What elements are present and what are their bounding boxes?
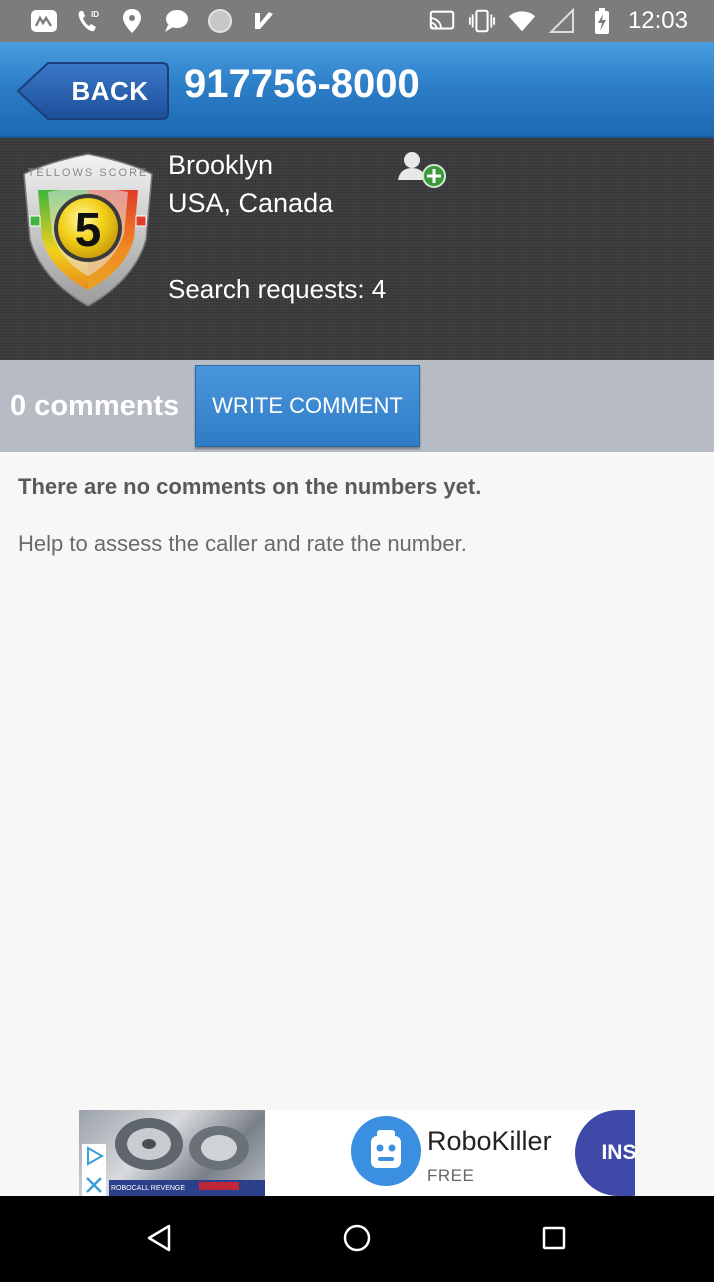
ad-banner[interactable]: ROBOCALL REVENGE RoboKiller FREE INSTALL xyxy=(79,1110,635,1196)
back-button[interactable]: BACK xyxy=(16,60,170,122)
comments-count: 0 comments xyxy=(10,390,180,422)
phone-number-title: 917756-8000 xyxy=(184,62,420,106)
status-bar: ID 12:03 xyxy=(0,0,714,42)
ad-image-caption: ROBOCALL REVENGE xyxy=(111,1185,185,1192)
location-pin-icon xyxy=(118,7,146,35)
robokiller-logo-icon[interactable] xyxy=(351,1116,421,1186)
nav-recents-icon[interactable] xyxy=(532,1216,576,1260)
no-comments-help: Help to assess the caller and rate the n… xyxy=(18,531,467,556)
wifi-icon xyxy=(508,7,536,35)
ad-image[interactable]: ROBOCALL REVENGE xyxy=(79,1110,265,1196)
svg-text:ID: ID xyxy=(91,10,99,19)
add-contact-icon[interactable] xyxy=(398,150,450,192)
blurred-circle-icon xyxy=(206,7,234,35)
location-country: USA, Canada xyxy=(168,188,334,218)
cast-icon xyxy=(428,7,456,35)
ad-app-price: FREE xyxy=(427,1166,475,1185)
search-requests: Search requests: 4 xyxy=(168,274,387,304)
tellows-score-badge: TELLOWS SCORE 5 xyxy=(18,150,158,310)
app-icon xyxy=(30,7,58,35)
chat-bubble-icon xyxy=(162,7,190,35)
nav-back-icon[interactable] xyxy=(137,1216,181,1260)
comments-bar: 0 comments WRITE COMMENT xyxy=(0,360,714,452)
score-value: 5 xyxy=(75,204,102,257)
vibrate-icon xyxy=(468,7,496,35)
location-city: Brooklyn xyxy=(168,150,274,180)
no-comments-title: There are no comments on the numbers yet… xyxy=(18,474,482,499)
tellows-score-label: TELLOWS SCORE xyxy=(28,167,149,179)
ad-app-name[interactable]: RoboKiller xyxy=(427,1126,552,1157)
ad-install-button[interactable]: INSTALL xyxy=(575,1110,635,1196)
status-time: 12:03 xyxy=(627,7,688,34)
number-info-panel: TELLOWS SCORE 5 Brooklyn USA, Canada Sea… xyxy=(0,138,714,360)
nav-home-icon[interactable] xyxy=(335,1216,379,1260)
system-nav-bar xyxy=(0,1196,714,1282)
battery-charging-icon xyxy=(588,7,616,35)
checkmark-icon xyxy=(250,7,278,35)
phone-id-icon: ID xyxy=(74,7,102,35)
app-screen: ID 12:03 BACK 917756-8000 TELLOWS SCORE … xyxy=(0,0,714,1282)
app-header: BACK 917756-8000 xyxy=(0,42,714,138)
write-comment-button[interactable]: WRITE COMMENT xyxy=(195,365,420,447)
back-button-label: BACK xyxy=(71,76,149,106)
adchoices-icon[interactable] xyxy=(82,1144,106,1196)
signal-icon xyxy=(548,7,576,35)
